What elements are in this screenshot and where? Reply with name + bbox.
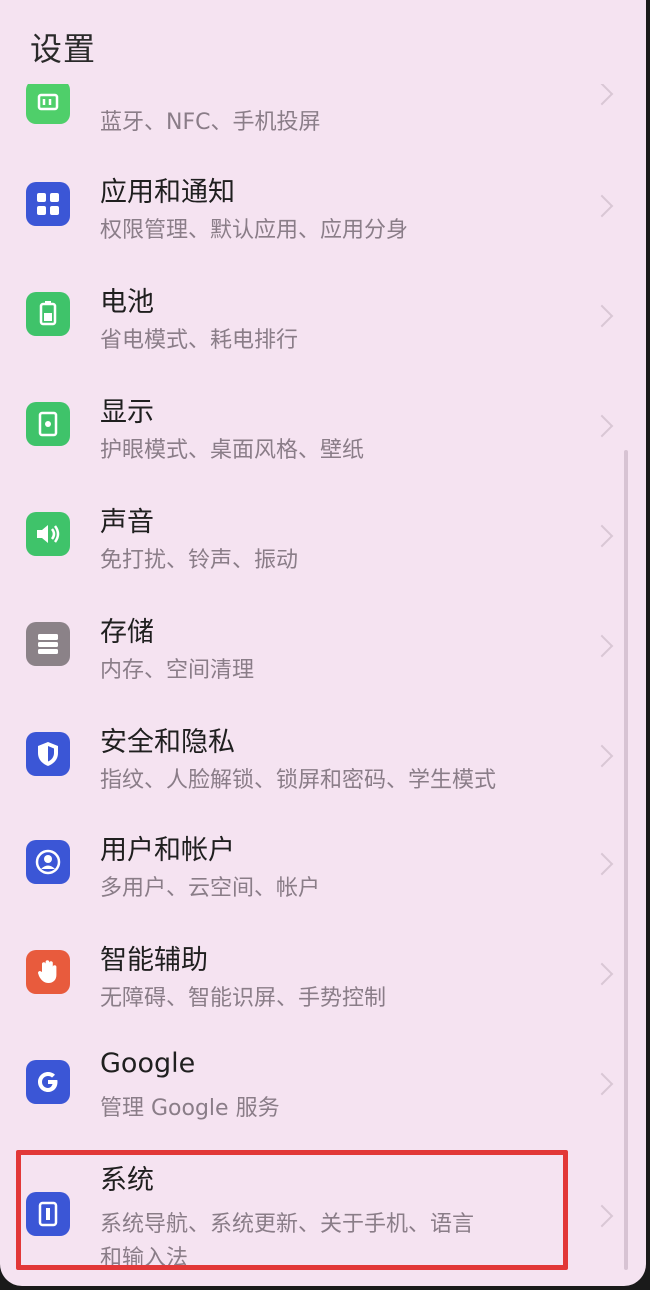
item-title: 应用和通知 [100, 177, 235, 208]
item-subtitle: 免打扰、铃声、振动 [100, 548, 299, 573]
storage-icon [26, 622, 70, 666]
settings-item-users-accounts[interactable]: 用户和帐户 多用户、云空间、帐户 [0, 810, 646, 918]
user-account-icon [26, 840, 70, 884]
apps-grid-icon [26, 182, 70, 226]
page-title: 设置 [30, 30, 97, 68]
chevron-right-icon [590, 634, 614, 658]
settings-item-display[interactable]: 显示 护眼模式、桌面风格、壁纸 [0, 372, 646, 480]
display-icon [26, 402, 70, 446]
item-title: 用户和帐户 [100, 835, 235, 866]
item-title: 智能辅助 [100, 945, 208, 976]
settings-item-google[interactable]: Google 管理 Google 服务 [0, 1030, 646, 1138]
chevron-right-icon [590, 852, 614, 876]
settings-item-smart-assistance[interactable]: 智能辅助 无障碍、智能识屏、手势控制 [0, 920, 646, 1028]
chevron-right-icon [590, 962, 614, 986]
settings-item-storage[interactable]: 存储 内存、空间清理 [0, 592, 646, 700]
scrollbar[interactable] [624, 450, 628, 1270]
shield-icon [26, 732, 70, 776]
item-subtitle: 内存、空间清理 [100, 658, 255, 683]
item-subtitle: 蓝牙、NFC、手机投屏 [100, 110, 321, 135]
item-subtitle: 权限管理、默认应用、应用分身 [100, 218, 409, 243]
chevron-right-icon [590, 414, 614, 438]
settings-item-apps-notifications[interactable]: 应用和通知 权限管理、默认应用、应用分身 [0, 152, 646, 260]
speaker-icon [26, 512, 70, 556]
device-connection-icon [26, 80, 70, 124]
chevron-right-icon [590, 82, 614, 106]
item-title: 存储 [100, 617, 154, 648]
chevron-right-icon [590, 304, 614, 328]
settings-item-sound[interactable]: 声音 免打扰、铃声、振动 [0, 482, 646, 590]
chevron-right-icon [590, 744, 614, 768]
item-subtitle: 省电模式、耗电排行 [100, 328, 299, 353]
item-subtitle: 无障碍、智能识屏、手势控制 [100, 986, 387, 1011]
highlight-box [16, 1150, 568, 1270]
item-subtitle: 管理 Google 服务 [100, 1096, 280, 1121]
item-title: Google [100, 1048, 196, 1079]
settings-screen: 蓝牙、NFC、手机投屏 应用和通知 权限管理、默认应用、应用分身 电池 省电模式… [0, 0, 646, 1286]
item-subtitle: 指纹、人脸解锁、锁屏和密码、学生模式 [100, 768, 497, 793]
item-title: 安全和隐私 [100, 727, 235, 758]
item-title: 电池 [100, 287, 154, 318]
item-subtitle: 护眼模式、桌面风格、壁纸 [100, 438, 365, 463]
item-subtitle: 多用户、云空间、帐户 [100, 876, 321, 901]
chevron-right-icon [590, 1072, 614, 1096]
hand-icon [26, 950, 70, 994]
item-title: 声音 [100, 507, 154, 538]
battery-icon [26, 292, 70, 336]
chevron-right-icon [590, 524, 614, 548]
settings-item-battery[interactable]: 电池 省电模式、耗电排行 [0, 262, 646, 370]
chevron-right-icon [590, 1204, 614, 1228]
chevron-right-icon [590, 194, 614, 218]
item-title: 显示 [100, 397, 154, 428]
settings-item-security-privacy[interactable]: 安全和隐私 指纹、人脸解锁、锁屏和密码、学生模式 [0, 702, 646, 810]
google-icon [26, 1060, 70, 1104]
header-bar: 设置 [0, 0, 646, 84]
